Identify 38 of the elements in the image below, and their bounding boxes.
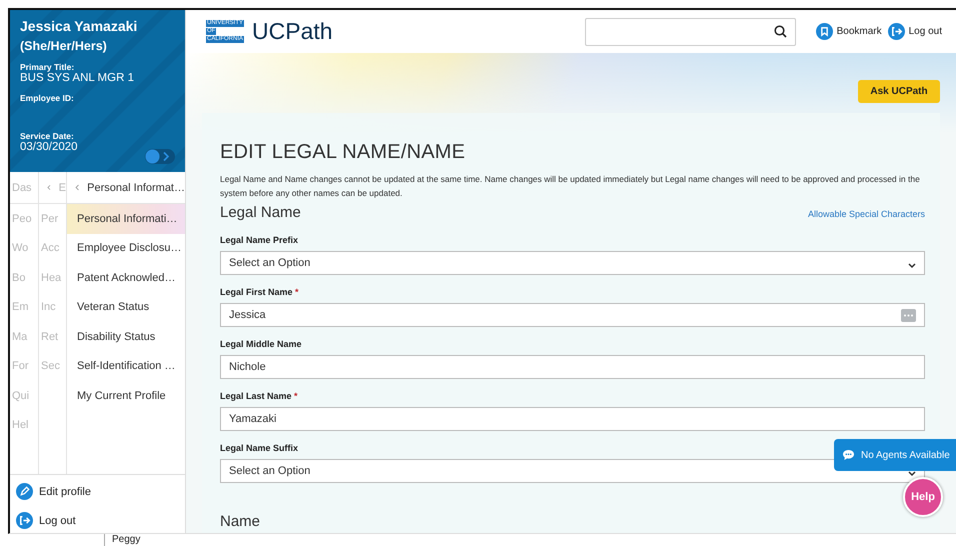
app-logo: UCPath [252,18,333,45]
input-field[interactable]: Yamazaki [220,407,925,431]
nav-item[interactable]: Employee Disclosu… [67,234,185,263]
header-action-link[interactable]: Log out [888,23,942,40]
field-label: Legal First Name * [220,287,300,297]
special-characters-link[interactable]: Allowable Special Characters [808,209,925,219]
chat-toast[interactable]: No Agents Available [834,439,956,471]
nav-item[interactable]: Disability Status [67,322,185,352]
field-label: Legal Middle Name [220,339,303,349]
nav-item[interactable]: Self-Identification … [67,352,185,381]
ask-button[interactable]: Ask UCPath [858,80,940,103]
field-label: Legal Name Prefix [220,235,300,245]
field-label: Legal Name Suffix [220,443,300,453]
nav-item[interactable]: Personal Informati… [67,204,185,234]
nav-header[interactable]: Personal Informat… [87,182,185,194]
user-pronouns: (She/Her/Hers) [20,39,108,53]
field-label: Legal Last Name * [220,391,299,401]
input-field[interactable]: Jessica [220,303,925,327]
profile-value: BUS SYS ANL MGR 1 [20,72,135,84]
profile-label: Employee ID: [20,93,75,103]
profile-label: Primary Title: [20,62,76,72]
sidebar-action-link[interactable]: Log out [16,512,179,529]
nav-item[interactable]: Patent Acknowled… [67,263,185,292]
select-field[interactable]: Select an Option [220,459,925,483]
section-heading: Legal Name [220,204,301,221]
header-action-link[interactable]: Bookmark [816,23,882,40]
section-heading: Name [220,513,262,530]
input-field[interactable]: Nichole [220,355,925,379]
sidebar-action-link[interactable]: Edit profile [16,483,179,500]
user-name: Jessica Yamazaki [20,18,138,34]
page-title: EDIT LEGAL NAME/NAME [220,141,466,164]
select-field[interactable]: Select an Option [220,251,925,275]
profile-value: 03/30/2020 [20,141,79,153]
nav-item[interactable]: Veteran Status [67,292,185,322]
profile-label: Service Date: [20,131,75,141]
description-text: Legal Name and Name changes cannot be updated at the same time. Name changes will be updated immediately but Legal name changes will need to be approved and processed in the system before any other names can be updated. [220,173,921,200]
peggy-text: Peggy [104,534,140,546]
nav-item[interactable]: My Current Profile [67,381,185,410]
